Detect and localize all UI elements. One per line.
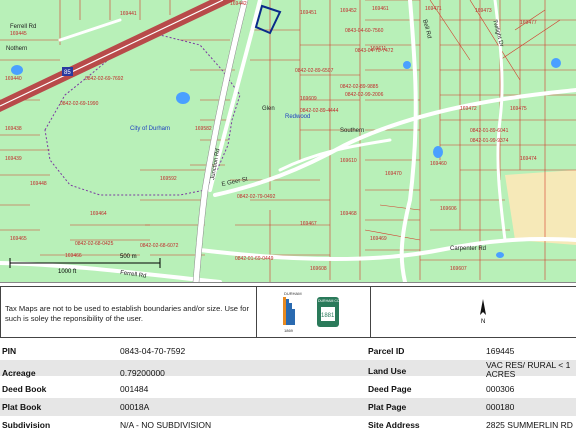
logos: DURHAM 1869 DURHAM COUNTY 1881 (283, 291, 350, 333)
pin-label: 0842-02-68-0425 (75, 241, 114, 247)
info-value: 000180 (486, 402, 515, 412)
disclaimer-box: Tax Maps are not to be used to establish… (0, 286, 258, 338)
scale-label-m: 500 m (120, 254, 137, 260)
parcel-id: 169582 (195, 126, 212, 132)
parcel-id: 169606 (440, 206, 457, 212)
parcel-id: 169475 (510, 106, 527, 112)
info-key: PIN (2, 346, 17, 356)
info-row: PIN 0843-04-70-7592 Parcel ID 169445 (0, 342, 576, 360)
pin-label: 0842-02-89-9885 (340, 84, 379, 90)
parcel-id: 169460 (430, 161, 447, 167)
place-label-city: City of Durham (130, 126, 170, 132)
place-label: Glen (262, 106, 275, 112)
parcel-id: 169610 (340, 158, 357, 164)
info-row: Deed Book 001484 Deed Page 000306 (0, 380, 576, 398)
road-label: Carpenter Rd (450, 246, 486, 252)
parcel-id: 169474 (520, 156, 537, 162)
parcel-id: 169465 (10, 236, 27, 242)
north-arrow-box: N (370, 286, 576, 338)
info-value: 001484 (120, 384, 149, 394)
info-key: Deed Book (2, 384, 47, 394)
svg-text:1869: 1869 (284, 328, 294, 333)
info-value: 00018A (120, 402, 150, 412)
parcel-id: 169477 (520, 20, 537, 26)
parcel-id: 169468 (340, 211, 357, 217)
info-row: Acreage 0.79200000 Land Use VAC RES/ RUR… (0, 360, 576, 379)
pin-label: 0842-02-68-6072 (140, 243, 179, 249)
parcel-id: 169473 (475, 8, 492, 14)
info-value: 169445 (486, 346, 515, 356)
parcel-id: 169451 (300, 10, 317, 16)
info-row: Plat Book 00018A Plat Page 000180 (0, 398, 576, 416)
info-key: Site Address (368, 420, 420, 430)
disclaimer-text: Tax Maps are not to be used to establish… (5, 304, 249, 323)
parcel-id: 169472 (460, 106, 477, 112)
parcel-id: 169452 (340, 8, 357, 14)
parcel-id: 169608 (310, 266, 327, 272)
info-row: Subdivision N/A - NO SUBDIVISION Site Ad… (0, 416, 576, 434)
pin-label: 0842-02-79-0492 (237, 194, 276, 200)
city-of-durham-logo: DURHAM 1869 (283, 291, 302, 333)
place-label: Nothern (6, 46, 27, 52)
pin-label: 0842-01-99-9374 (470, 138, 509, 144)
pin-label: 0843-04-60-7560 (345, 28, 384, 34)
info-value: 0.79200000 (120, 368, 165, 378)
durham-county-logo: DURHAM COUNTY 1881 (317, 297, 350, 327)
info-key: Land Use (368, 366, 407, 376)
map-canvas[interactable]: 169441 169442 169451 169452 169461 16947… (0, 0, 576, 282)
info-value: 0843-04-70-7592 (120, 346, 186, 356)
info-key: Deed Page (368, 384, 412, 394)
place-label: Redwood (285, 114, 310, 120)
parcel-info-table: PIN 0843-04-70-7592 Parcel ID 169445 Acr… (0, 340, 576, 432)
north-arrow: N (480, 299, 486, 325)
info-value: 2825 SUMMERLIN RD (486, 420, 573, 430)
svg-text:DURHAM: DURHAM (284, 291, 302, 296)
pin-label: 0842-02-89-6507 (295, 68, 334, 74)
parcel-id: 169607 (450, 266, 467, 272)
place-label: Southern (340, 128, 364, 134)
parcel-id: 169592 (160, 176, 177, 182)
parcel-id: 169441 (120, 11, 137, 17)
parcel-id: 169464 (90, 211, 107, 217)
pin-label: 0842-01-89-6041 (470, 128, 509, 134)
road-label: Ferrell Rd (10, 24, 36, 30)
pin-label: 0842-02-69-7692 (85, 76, 124, 82)
parcel-id: 169448 (30, 181, 47, 187)
info-value: N/A - NO SUBDIVISION (120, 420, 212, 430)
pin-label: 0842-01-69-0449 (235, 256, 274, 262)
tax-map[interactable]: 169441 169442 169451 169452 169461 16947… (0, 0, 576, 282)
parcel-id: 169609 (300, 96, 317, 102)
svg-text:DURHAM COUNTY: DURHAM COUNTY (318, 299, 350, 303)
info-key: Plat Book (2, 402, 42, 412)
parcel-id: 169469 (370, 236, 387, 242)
parcel-id: 169440 (5, 76, 22, 82)
pin-label: 0843-04-70-7472 (355, 48, 394, 54)
info-key: Subdivision (2, 420, 51, 430)
logo-box: DURHAM 1869 DURHAM COUNTY 1881 (256, 286, 372, 338)
parcel-id: 169438 (5, 126, 22, 132)
info-key: Acreage (2, 368, 36, 378)
parcel-id: 169439 (5, 156, 22, 162)
info-value: 000306 (486, 384, 515, 394)
parcel-id: 169467 (300, 221, 317, 227)
info-key: Plat Page (368, 402, 407, 412)
parcel-id: 169470 (385, 171, 402, 177)
parcel-id: 169442 (230, 1, 247, 7)
info-value: ACRES (486, 369, 516, 379)
svg-text:1881: 1881 (321, 313, 335, 319)
parcel-id: 169471 (425, 6, 442, 12)
north-arrow-icon (480, 299, 486, 315)
cream-parcel (505, 170, 576, 245)
pin-label: 0842-02-69-1990 (60, 101, 99, 107)
road-label: 85 (64, 70, 71, 76)
parcel-id: 169461 (372, 6, 389, 12)
parcel-id: 169445 (10, 31, 27, 37)
pin-label: 0842-02-99-2006 (345, 92, 384, 98)
parcel-id: 169466 (65, 253, 82, 259)
north-label: N (481, 319, 485, 325)
legend-strip: Tax Maps are not to be used to establish… (0, 282, 576, 341)
scale-label-ft: 1000 ft (58, 269, 77, 275)
info-key: Parcel ID (368, 346, 405, 356)
